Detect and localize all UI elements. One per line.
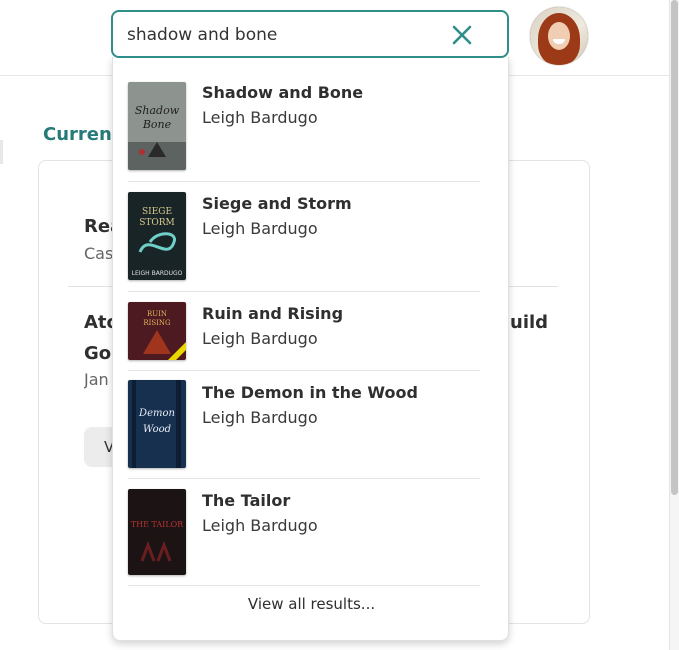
svg-text:RISING: RISING <box>143 319 171 327</box>
search-result-item[interactable]: Shadow Bone Shadow and Bone Leigh Bardug… <box>128 71 480 182</box>
svg-text:Shadow: Shadow <box>135 104 180 117</box>
result-author: Leigh Bardugo <box>202 219 318 238</box>
book-cover: SIEGE STORM LEIGH BARDUGO <box>128 192 186 280</box>
result-title: Ruin and Rising <box>202 304 344 323</box>
search-input[interactable] <box>127 21 447 49</box>
result-author: Leigh Bardugo <box>202 408 318 427</box>
svg-text:STORM: STORM <box>139 218 175 228</box>
svg-text:THE TAILOR: THE TAILOR <box>131 520 184 529</box>
result-author: Leigh Bardugo <box>202 516 318 535</box>
result-title: The Tailor <box>202 491 291 510</box>
svg-text:LEIGH BARDUGO: LEIGH BARDUGO <box>132 270 183 277</box>
result-author: Leigh Bardugo <box>202 329 318 348</box>
book-cover: Demon Wood <box>128 380 186 468</box>
svg-text:Wood: Wood <box>143 424 171 435</box>
search-result-item[interactable]: Demon Wood The Demon in the Wood Leigh B… <box>128 371 480 479</box>
search-result-item[interactable]: SIEGE STORM LEIGH BARDUGO Siege and Stor… <box>128 182 480 292</box>
bg-item2-title-line1-end: uild <box>510 312 549 333</box>
section-heading: Curren <box>43 124 112 145</box>
view-all-results-link[interactable]: View all results... <box>113 595 510 613</box>
result-title: Siege and Storm <box>202 194 352 213</box>
search-result-item[interactable]: RUIN RISING Ruin and Rising Leigh Bardug… <box>128 292 480 371</box>
svg-text:Bone: Bone <box>142 118 172 131</box>
svg-text:SIEGE: SIEGE <box>142 207 172 217</box>
svg-text:Demon: Demon <box>138 408 175 419</box>
bg-item2-title-line1: Ato <box>84 312 114 333</box>
clear-search-button[interactable] <box>449 22 475 48</box>
bg-item2-subtitle: Jan <box>84 370 109 389</box>
bg-item2-title-line2: Go <box>84 343 112 364</box>
avatar-face <box>548 22 570 50</box>
result-divider <box>128 585 480 586</box>
bg-item1-title: Rea <box>84 216 114 237</box>
svg-text:RUIN: RUIN <box>147 310 167 318</box>
page-scrollbar[interactable] <box>669 0 679 650</box>
search-result-item[interactable]: THE TAILOR The Tailor Leigh Bardugo <box>128 479 480 586</box>
scrollbar-thumb[interactable] <box>671 0 678 495</box>
result-title: Shadow and Bone <box>202 83 364 102</box>
book-cover: THE TAILOR <box>128 489 186 575</box>
search-results-dropdown: Shadow Bone Shadow and Bone Leigh Bardug… <box>112 57 509 641</box>
search-box <box>111 10 509 58</box>
left-edge-divider <box>0 140 3 164</box>
user-avatar[interactable] <box>530 7 588 65</box>
book-cover: Shadow Bone <box>128 82 186 170</box>
close-icon <box>452 25 472 45</box>
result-title: The Demon in the Wood <box>202 383 418 402</box>
bg-item1-subtitle: Cas <box>84 244 114 263</box>
book-cover: RUIN RISING <box>128 302 186 360</box>
result-author: Leigh Bardugo <box>202 108 318 127</box>
